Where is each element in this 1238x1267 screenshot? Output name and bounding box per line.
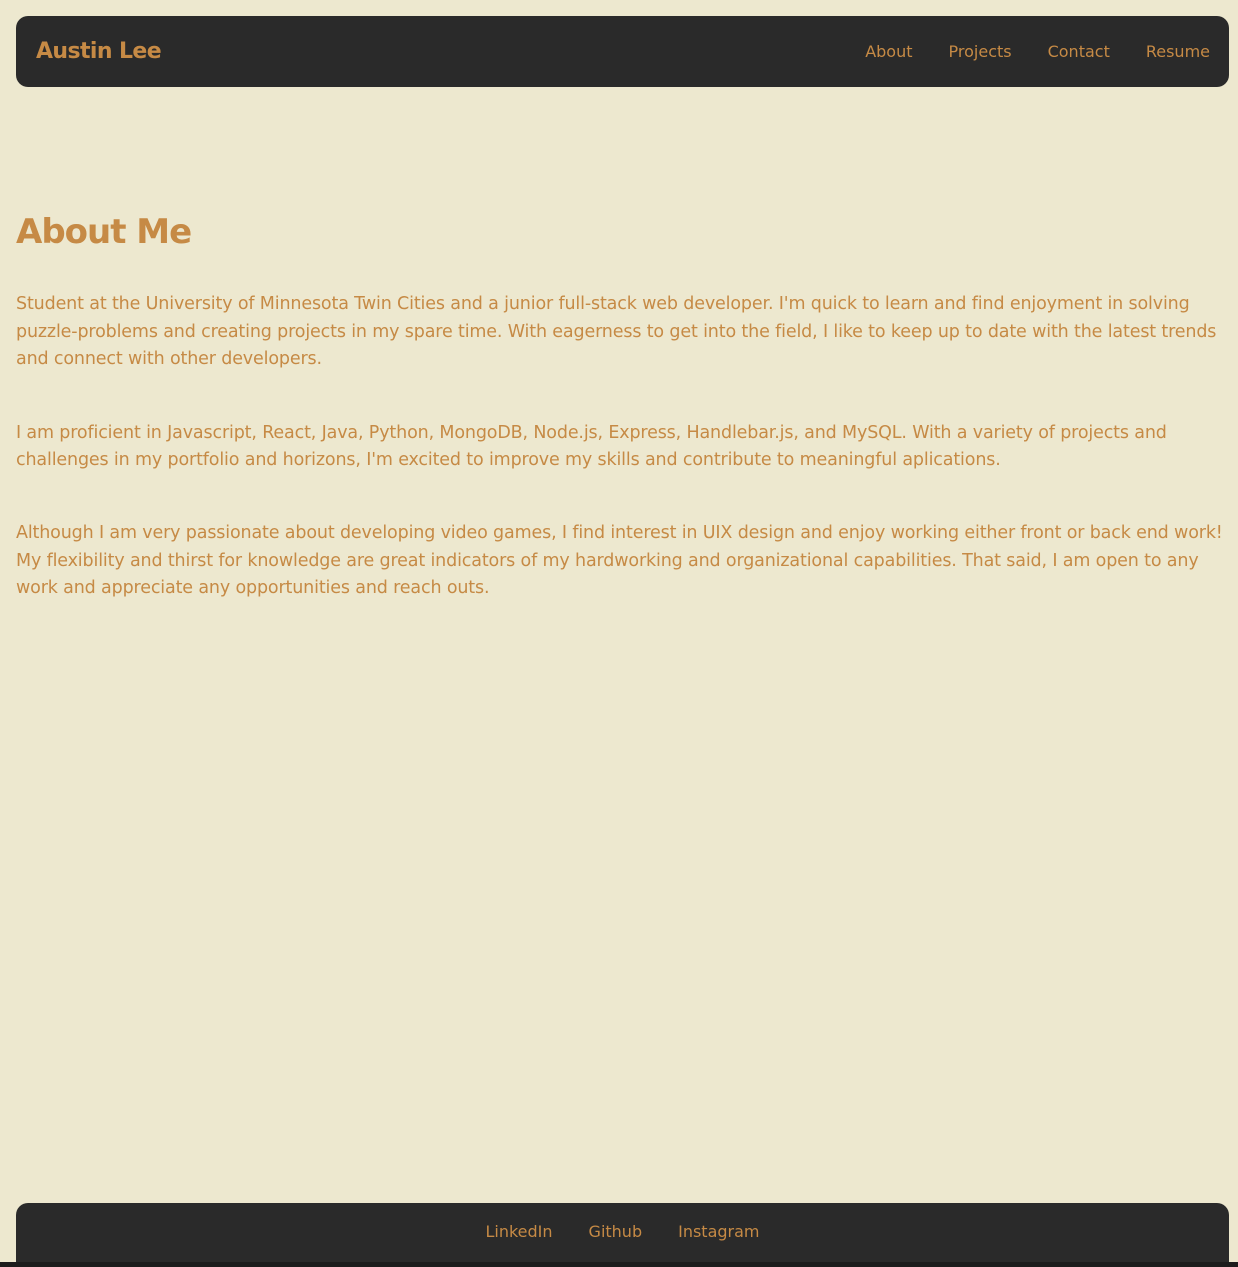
about-paragraph-skills: I am proficient in Javascript, React, Ja…: [16, 422, 1167, 471]
about-title: About Me: [16, 212, 192, 252]
brand-name[interactable]: Austin Lee: [36, 39, 162, 64]
footer-link-instagram[interactable]: Instagram: [678, 1222, 759, 1241]
about-paragraph-intro: Student at the University of Minnesota T…: [16, 294, 1217, 370]
footer-link-github[interactable]: Github: [589, 1222, 643, 1241]
nav-link-about[interactable]: About: [865, 42, 912, 61]
about-section: About Me Student at the University of Mi…: [16, 212, 1226, 649]
nav-links: About Projects Contact Resume: [829, 42, 1210, 61]
about-paragraph-interests: Although I am very passionate about deve…: [16, 523, 1223, 599]
nav-link-projects[interactable]: Projects: [949, 42, 1012, 61]
footer: LinkedIn Github Instagram: [16, 1203, 1229, 1267]
nav-link-resume[interactable]: Resume: [1146, 42, 1210, 61]
nav-link-contact[interactable]: Contact: [1048, 42, 1110, 61]
bottom-edge-strip: [0, 1262, 1238, 1267]
navbar: Austin Lee About Projects Contact Resume: [16, 16, 1229, 87]
footer-link-linkedin[interactable]: LinkedIn: [485, 1222, 552, 1241]
